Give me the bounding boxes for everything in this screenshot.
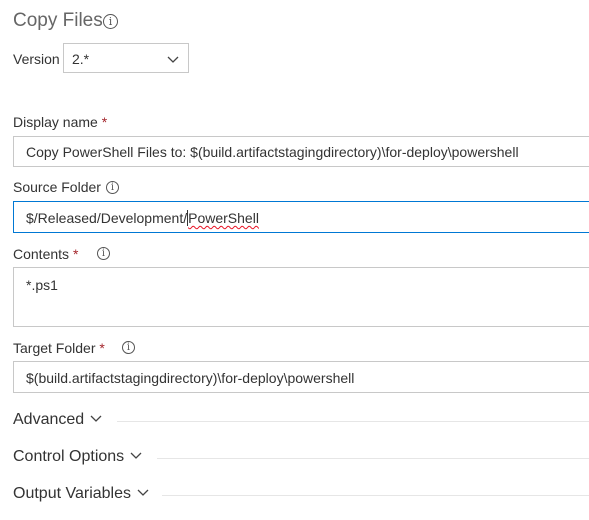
- output-variables-section-toggle[interactable]: Output Variables: [13, 485, 149, 503]
- section-label: Advanced: [13, 411, 85, 428]
- display-name-input[interactable]: Copy PowerShell Files to: $(build.artifa…: [13, 136, 589, 167]
- spelling-flag: PowerShell: [188, 210, 259, 226]
- target-folder-value: $(build.artifactstagingdirectory)\for-de…: [26, 370, 355, 386]
- version-select[interactable]: 2.*: [63, 43, 189, 73]
- contents-value: *.ps1: [26, 277, 58, 293]
- version-label: Version: [13, 51, 60, 67]
- chevron-down-icon: [90, 411, 102, 429]
- info-icon[interactable]: i: [97, 247, 110, 260]
- display-name-value: Copy PowerShell Files to: $(build.artifa…: [26, 144, 519, 160]
- info-icon[interactable]: i: [106, 181, 119, 194]
- task-title: Copy Files: [13, 10, 103, 31]
- section-divider: [162, 495, 589, 496]
- contents-label: Contents *: [13, 246, 79, 262]
- info-icon[interactable]: i: [103, 14, 118, 29]
- chevron-down-icon: [167, 52, 179, 70]
- source-folder-label: Source Folder: [13, 179, 101, 195]
- section-divider: [117, 421, 589, 422]
- required-marker: *: [99, 340, 105, 356]
- chevron-down-icon: [137, 485, 149, 503]
- control-options-section-toggle[interactable]: Control Options: [13, 448, 142, 466]
- section-label: Control Options: [13, 448, 125, 465]
- section-divider: [157, 458, 589, 459]
- display-name-label: Display name *: [13, 114, 108, 130]
- version-value: 2.*: [72, 51, 90, 67]
- info-icon[interactable]: i: [122, 341, 135, 354]
- target-folder-input[interactable]: $(build.artifactstagingdirectory)\for-de…: [13, 361, 589, 393]
- contents-textarea[interactable]: *.ps1: [13, 267, 589, 327]
- target-folder-label: Target Folder *: [13, 340, 105, 356]
- source-folder-value: $/Released/Development/PowerShell: [26, 210, 259, 226]
- source-folder-input[interactable]: $/Released/Development/PowerShell: [13, 201, 589, 233]
- chevron-down-icon: [130, 448, 142, 466]
- advanced-section-toggle[interactable]: Advanced: [13, 411, 102, 429]
- required-marker: *: [72, 246, 79, 262]
- required-marker: *: [101, 114, 108, 130]
- section-label: Output Variables: [13, 485, 131, 502]
